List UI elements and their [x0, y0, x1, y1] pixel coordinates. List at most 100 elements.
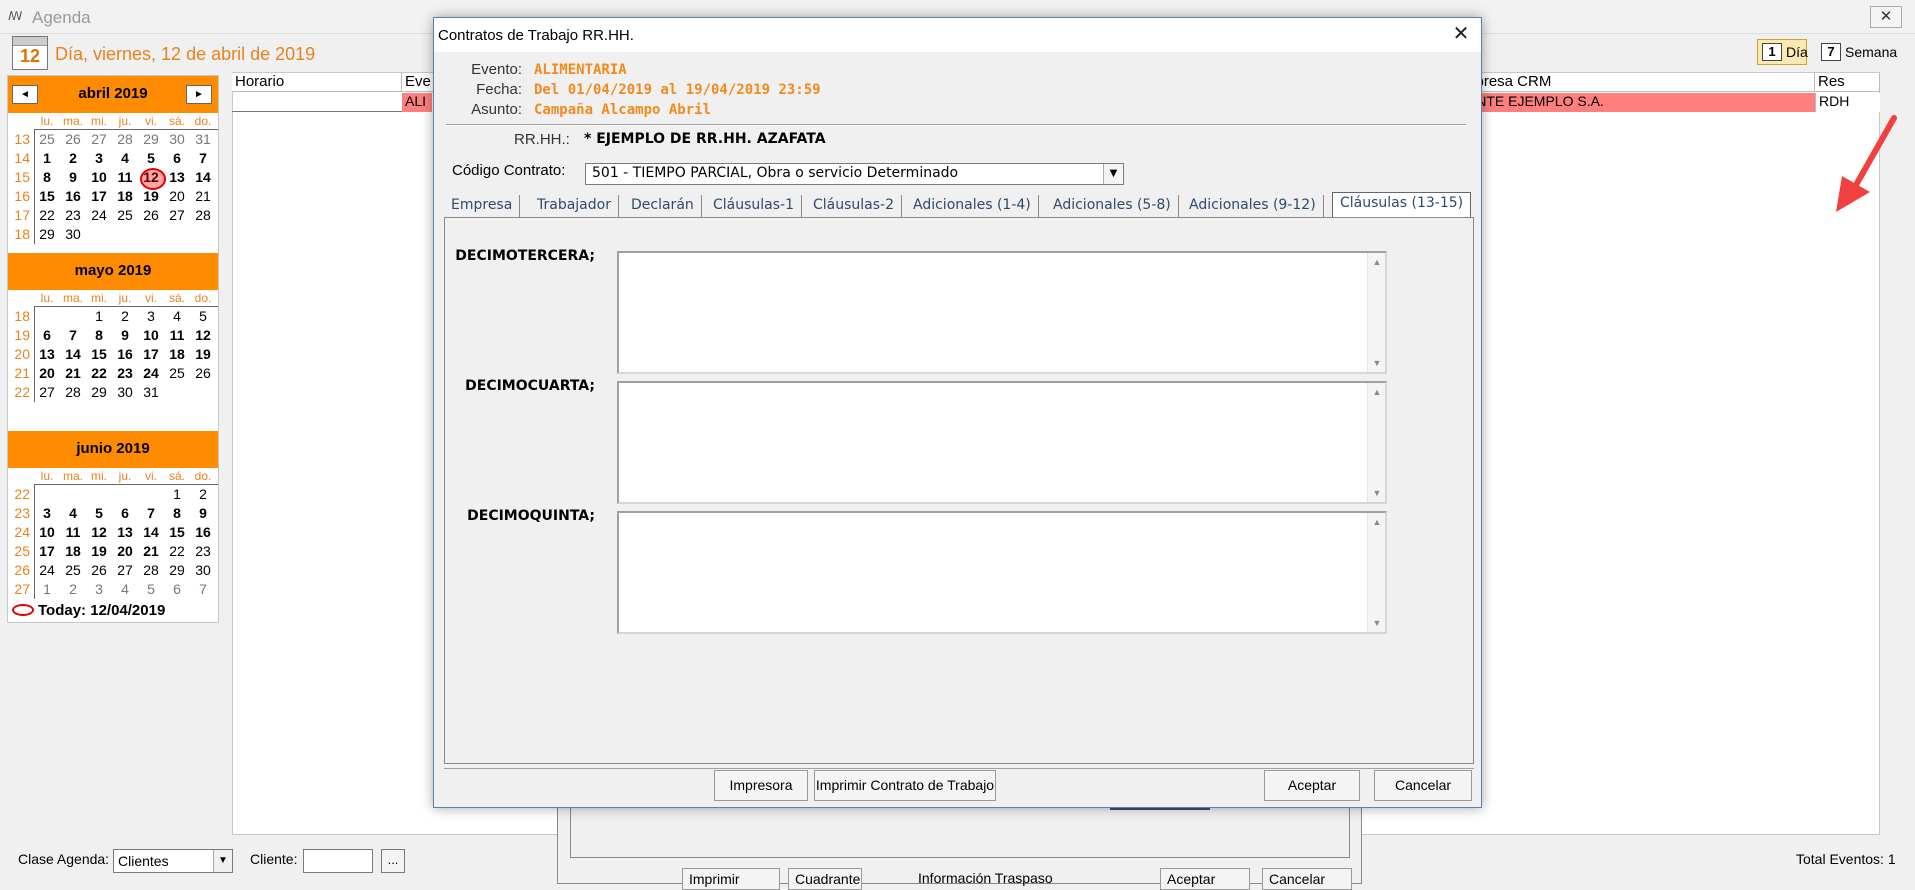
calendar-day[interactable]: 14: [60, 346, 86, 362]
calendar-day[interactable]: 4: [112, 581, 138, 597]
calendar-day[interactable]: 31: [138, 384, 164, 400]
prev-month-icon[interactable]: ◄: [12, 85, 38, 104]
calendar-day[interactable]: 5: [190, 308, 216, 324]
tab-declaran[interactable]: Declarán: [624, 195, 702, 217]
calendar-day[interactable]: 11: [60, 524, 86, 540]
calendar-day[interactable]: 15: [164, 524, 190, 540]
calendar-day[interactable]: 17: [86, 188, 112, 204]
calendar-day[interactable]: 26: [138, 207, 164, 223]
calendar-day[interactable]: 3: [86, 150, 112, 166]
calendar-day[interactable]: 22: [34, 207, 60, 223]
calendar-day[interactable]: 1: [34, 150, 60, 166]
calendar-day[interactable]: 29: [138, 131, 164, 147]
calendar-day[interactable]: 23: [60, 207, 86, 223]
calendar-day[interactable]: 7: [138, 505, 164, 521]
chevron-up-icon[interactable]: ▲: [1368, 257, 1386, 267]
tab-adicionales-5-8[interactable]: Adicionales (5-8): [1046, 195, 1179, 217]
imprimir-contrato-button[interactable]: Imprimir Contrato de Trabajo: [814, 770, 996, 801]
cliente-input[interactable]: [303, 849, 373, 873]
calendar-day[interactable]: 29: [86, 384, 112, 400]
chevron-down-icon[interactable]: ▼: [1103, 164, 1123, 184]
chevron-up-icon[interactable]: ▲: [1368, 387, 1386, 397]
calendar-day[interactable]: 4: [60, 505, 86, 521]
clase-agenda-select[interactable]: Clientes ▼: [113, 849, 233, 873]
calendar-day[interactable]: 31: [190, 131, 216, 147]
view-week-button[interactable]: 7 Semana: [1816, 39, 1904, 65]
event-row-evento[interactable]: ALI: [402, 93, 432, 112]
tab-adicionales-1-4[interactable]: Adicionales (1-4): [906, 195, 1039, 217]
calendar-day[interactable]: 6: [164, 150, 190, 166]
calendar-day[interactable]: 6: [112, 505, 138, 521]
calendar-day[interactable]: 30: [190, 562, 216, 578]
calendar-day[interactable]: 25: [60, 562, 86, 578]
calendar-day[interactable]: 3: [86, 581, 112, 597]
calendar-day[interactable]: 19: [138, 188, 164, 204]
calendar-day[interactable]: 21: [60, 365, 86, 381]
calendar-day[interactable]: 11: [112, 169, 138, 185]
tab-empresa[interactable]: Empresa: [444, 195, 521, 217]
tab-adicionales-9-12[interactable]: Adicionales (9-12): [1182, 195, 1324, 217]
calendar-day[interactable]: 6: [34, 327, 60, 343]
calendar-day[interactable]: 23: [190, 543, 216, 559]
calendar-day[interactable]: 18: [112, 188, 138, 204]
cancelar-button[interactable]: Cancelar: [1374, 770, 1472, 801]
calendar-day[interactable]: 7: [190, 581, 216, 597]
calendar-day[interactable]: 6: [164, 581, 190, 597]
calendar-day[interactable]: 3: [138, 308, 164, 324]
calendar-day[interactable]: 14: [190, 169, 216, 185]
calendar-day[interactable]: 4: [164, 308, 190, 324]
calendar-day[interactable]: 27: [164, 207, 190, 223]
calendar-day[interactable]: 21: [138, 543, 164, 559]
calendar-day[interactable]: 28: [138, 562, 164, 578]
calendar-day[interactable]: 30: [164, 131, 190, 147]
calendar-day[interactable]: 16: [112, 346, 138, 362]
calendar-day[interactable]: 27: [34, 384, 60, 400]
dialog-close-button[interactable]: ✕: [1446, 22, 1476, 48]
calendar-day[interactable]: 23: [112, 365, 138, 381]
column-empresa-crm[interactable]: mpresa CRM: [1460, 73, 1815, 92]
scrollbar[interactable]: ▲ ▼: [1367, 253, 1385, 372]
calendar-day[interactable]: 19: [86, 543, 112, 559]
cliente-browse-button[interactable]: ...: [381, 849, 405, 873]
calendar-day[interactable]: 26: [190, 365, 216, 381]
calendar-day[interactable]: 29: [164, 562, 190, 578]
calendar-day[interactable]: 21: [190, 188, 216, 204]
chevron-up-icon[interactable]: ▲: [1368, 517, 1386, 527]
codigo-contrato-select[interactable]: 501 - TIEMPO PARCIAL, Obra o servicio De…: [585, 163, 1124, 185]
calendar-day[interactable]: 5: [138, 150, 164, 166]
calendar-day[interactable]: 9: [60, 169, 86, 185]
calendar-day[interactable]: 16: [190, 524, 216, 540]
calendar-day[interactable]: 10: [138, 327, 164, 343]
calendar-day[interactable]: 1: [86, 308, 112, 324]
calendar-day[interactable]: 19: [190, 346, 216, 362]
calendar-day[interactable]: 15: [86, 346, 112, 362]
calendar-day[interactable]: 30: [112, 384, 138, 400]
calendar-day[interactable]: 2: [112, 308, 138, 324]
calendar-day[interactable]: 14: [138, 524, 164, 540]
calendar-day[interactable]: 10: [34, 524, 60, 540]
event-row-empresa[interactable]: IENTE EJEMPLO S.A.: [1460, 93, 1815, 112]
calendar-day[interactable]: 25: [164, 365, 190, 381]
calendar-day[interactable]: 13: [112, 524, 138, 540]
clause-decimoquinta-input[interactable]: ▲ ▼: [617, 511, 1387, 634]
calendar-day-today[interactable]: 12: [138, 168, 166, 190]
calendar-day[interactable]: 7: [190, 150, 216, 166]
calendar-day[interactable]: 17: [138, 346, 164, 362]
calendar-day[interactable]: 1: [34, 581, 60, 597]
aceptar-button[interactable]: Aceptar: [1264, 770, 1360, 801]
calendar-day[interactable]: 12: [190, 327, 216, 343]
chevron-down-icon[interactable]: ▼: [1368, 358, 1386, 368]
calendar-day[interactable]: 24: [34, 562, 60, 578]
calendar-day[interactable]: 13: [34, 346, 60, 362]
calendar-day[interactable]: 2: [190, 486, 216, 502]
scrollbar[interactable]: ▲ ▼: [1367, 383, 1385, 502]
tab-trabajador[interactable]: Trabajador: [530, 195, 619, 217]
calendar-day[interactable]: 27: [86, 131, 112, 147]
calendar-day[interactable]: 20: [34, 365, 60, 381]
calendar-day[interactable]: 9: [112, 327, 138, 343]
calendar-day[interactable]: 28: [60, 384, 86, 400]
calendar-day[interactable]: 13: [164, 169, 190, 185]
tab-clausulas-13-15[interactable]: Cláusulas (13-15): [1332, 192, 1472, 217]
calendar-day[interactable]: 4: [112, 150, 138, 166]
calendar-day[interactable]: 8: [164, 505, 190, 521]
